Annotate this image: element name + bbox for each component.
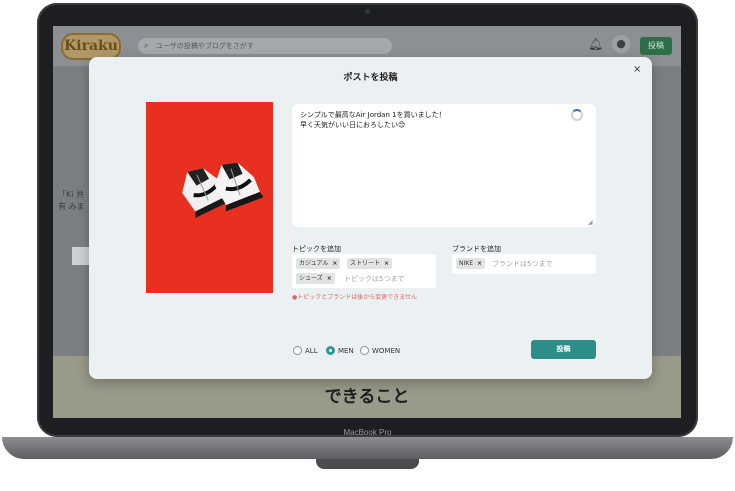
laptop-base [2,437,733,459]
remove-chip-icon[interactable]: × [477,260,482,267]
remove-chip-icon[interactable]: × [332,260,337,267]
remove-chip-icon[interactable]: × [384,260,389,267]
topic-chip-label: ストリート [350,260,381,267]
header-post-button[interactable]: 投稿 [640,37,672,55]
search-placeholder: ユーザの投稿やブログをさがす [156,42,254,50]
screen: Kiraku ⌕ ユーザの投稿やブログをさがす 🔔︎ ● 投稿 「Ki 共有 み… [53,26,681,418]
topic-chip-label: シューズ [299,275,323,282]
search-icon: ⌕ [144,41,149,50]
brands-input[interactable]: NIKE × ブランドは5つまで [452,254,596,274]
radio-all-label: ALL [305,347,318,355]
post-textarea[interactable]: シンプルで最高なAir Jordan 1を買いました！ 早く天気がいい日におろし… [292,104,596,227]
post-photo [146,102,273,293]
remove-chip-icon[interactable]: × [327,275,332,282]
submit-post-button[interactable]: 投稿 [531,340,596,359]
laptop-notch [316,459,419,469]
search-input[interactable]: ⌕ ユーザの投稿やブログをさがす [138,38,392,54]
topics-label: トピックを追加 [292,245,341,253]
topic-chip-street: ストリート × [347,258,393,269]
warning-text: ●トピックとブランドは後から変更できません [292,294,418,301]
close-icon[interactable]: × [633,64,641,75]
logo[interactable]: Kiraku [61,33,121,60]
topic-chip-label: カジュアル [299,260,329,267]
radio-women[interactable] [360,346,369,355]
background-button [72,247,89,265]
radio-men-label: MEN [338,347,354,355]
post-modal: ポストを投稿 × シンプルで最高なAir Jordan 1を買いました！ 早く天… [89,57,652,379]
radio-women-label: WOMEN [372,347,401,355]
topic-chip-casual: カジュアル × [296,258,341,269]
post-text-line2: 早く天気がいい日におろしたい😊 [300,121,406,129]
section-title: できること [324,387,410,407]
sneakers-image [182,162,264,218]
topics-input[interactable]: カジュアル × ストリート × シューズ × トピックは5つまで [292,254,436,288]
background-text: 「Ki 共有 みま [58,190,85,211]
laptop-brand-label: MacBook Pro [343,428,392,437]
loading-spinner-icon [571,109,583,121]
radio-all[interactable] [293,346,302,355]
camera [365,9,370,14]
avatar[interactable]: ● [612,35,630,53]
bell-icon[interactable]: 🔔︎ [588,37,603,51]
resize-handle-icon[interactable]: ◢ [588,219,593,226]
topic-chip-shoes: シューズ × [296,273,335,284]
brands-placeholder: ブランドは5つまで [492,260,553,268]
radio-men[interactable] [326,346,335,355]
brands-label: ブランドを追加 [452,245,501,253]
topics-placeholder: トピックは5つまで [344,275,405,283]
modal-title: ポストを投稿 [343,73,398,83]
brand-chip-nike: NIKE × [456,258,486,269]
brand-chip-label: NIKE [459,260,473,267]
post-text-line1: シンプルで最高なAir Jordan 1を買いました！ [300,111,446,119]
